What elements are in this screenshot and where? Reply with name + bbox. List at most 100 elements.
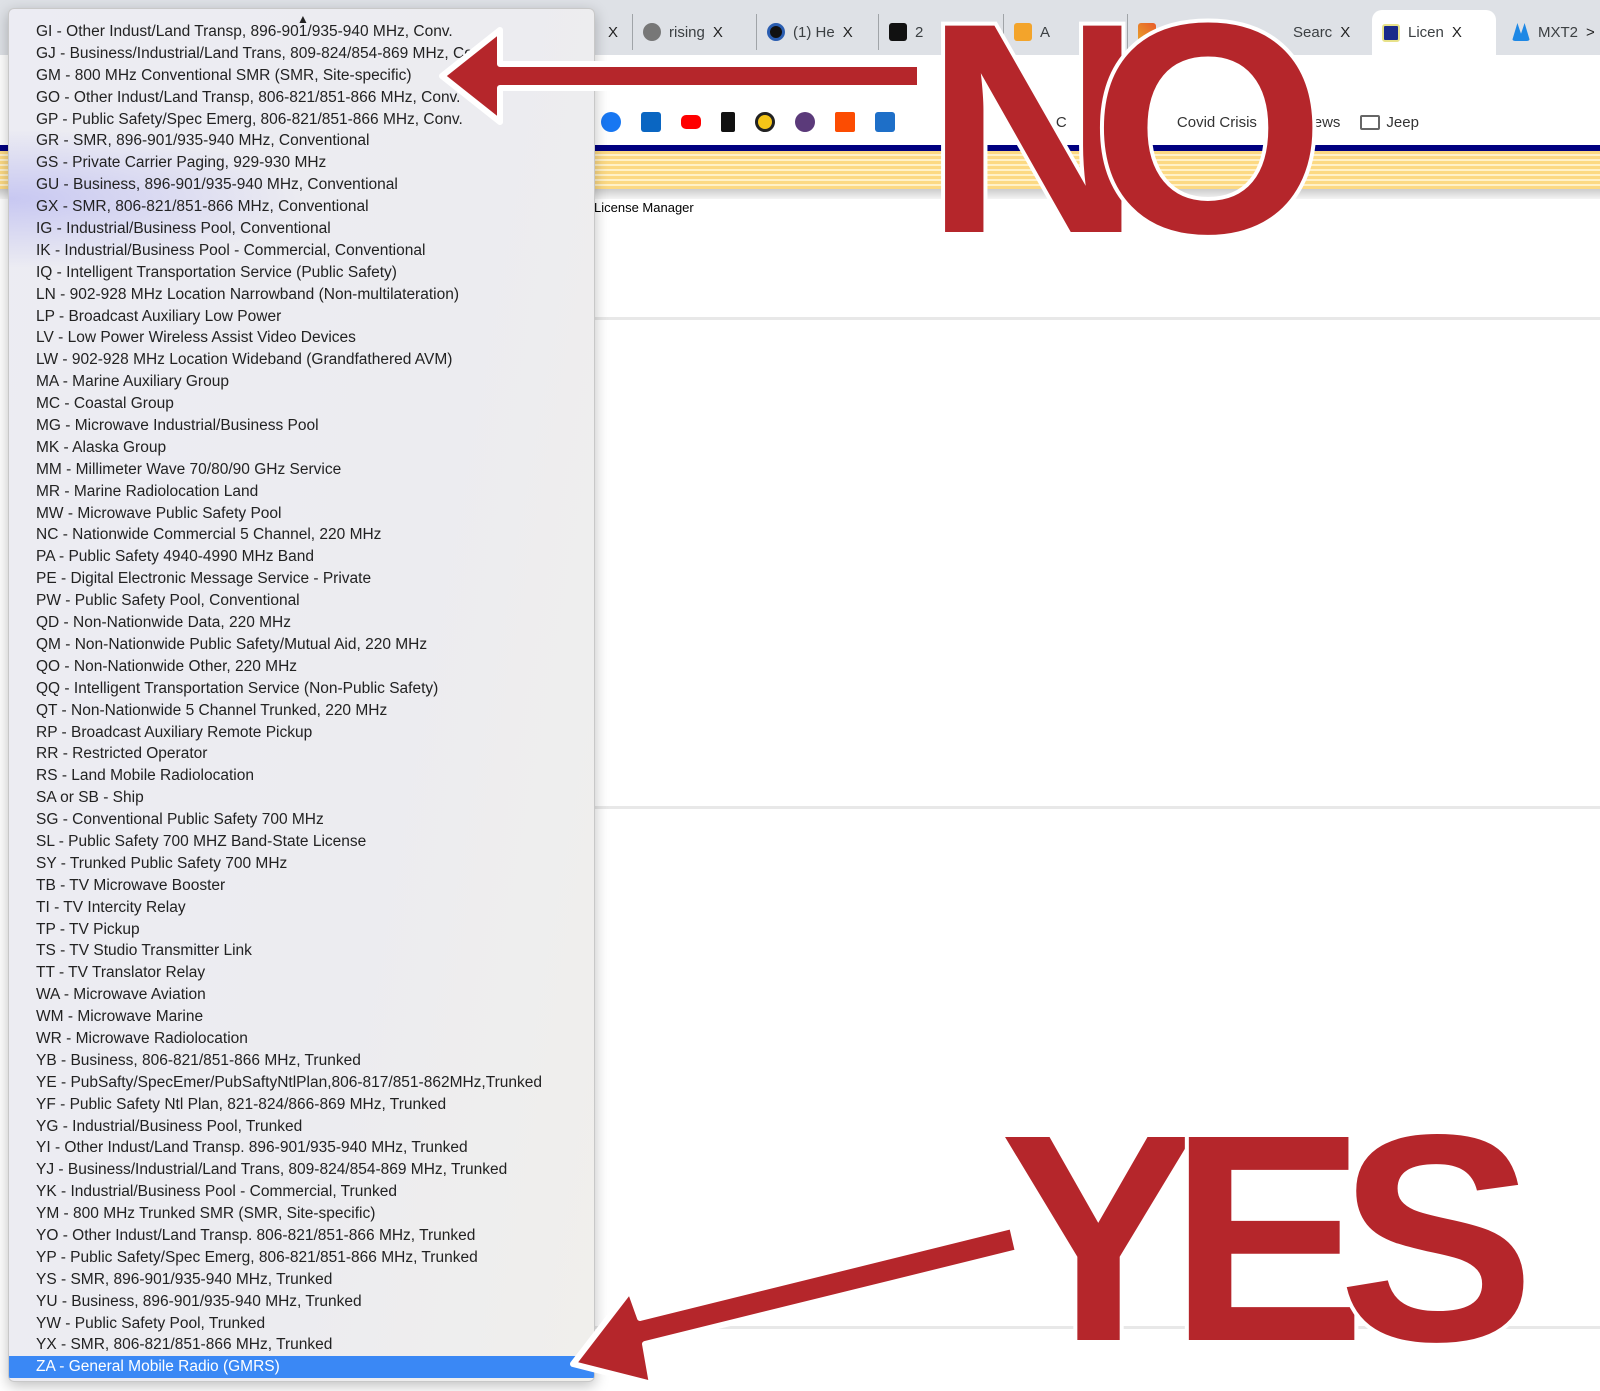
dropdown-option[interactable]: SG - Conventional Public Safety 700 MHz	[9, 809, 594, 831]
tab[interactable]: 2	[878, 14, 933, 50]
dropdown-option[interactable]: MA - Marine Auxiliary Group	[9, 371, 594, 393]
dropdown-option[interactable]: MR - Marine Radiolocation Land	[9, 481, 594, 503]
strava-icon[interactable]	[835, 112, 855, 132]
youtube-icon[interactable]	[681, 115, 701, 129]
bookmark-label: Jeep	[1386, 113, 1419, 131]
dropdown-option[interactable]: TI - TV Intercity Relay	[9, 897, 594, 919]
tab[interactable]: MXT2 >	[1502, 14, 1600, 50]
purple-circle-icon[interactable]	[795, 112, 815, 132]
sd-icon[interactable]	[875, 112, 895, 132]
dropdown-option[interactable]: QO - Non-Nationwide Other, 220 MHz	[9, 656, 594, 678]
tab[interactable]: A	[1003, 14, 1060, 50]
dropdown-option[interactable]: YW - Public Safety Pool, Trunked	[9, 1313, 594, 1335]
dropdown-option[interactable]: NC - Nationwide Commercial 5 Channel, 22…	[9, 524, 594, 546]
dropdown-option[interactable]: WR - Microwave Radiolocation	[9, 1028, 594, 1050]
dropdown-option[interactable]: LN - 902-928 MHz Location Narrowband (No…	[9, 284, 594, 306]
dropdown-option[interactable]: GO - Other Indust/Land Transp, 806-821/8…	[9, 87, 594, 109]
dropdown-option[interactable]: GX - SMR, 806-821/851-866 MHz, Conventio…	[9, 196, 594, 218]
dropdown-option[interactable]: IQ - Intelligent Transportation Service …	[9, 262, 594, 284]
close-tab-icon[interactable]: X	[843, 24, 853, 41]
bookmark-label: VI	[945, 113, 960, 131]
tab[interactable]: (1) He X	[756, 14, 863, 50]
dropdown-option[interactable]: GJ - Business/Industrial/Land Trans, 809…	[9, 43, 594, 65]
dropdown-option-selected[interactable]: ZA - General Mobile Radio (GMRS)	[9, 1356, 594, 1379]
dropdown-option[interactable]: YK - Industrial/Business Pool - Commerci…	[9, 1181, 594, 1203]
tab[interactable]	[1127, 14, 1166, 50]
dropdown-option[interactable]: RS - Land Mobile Radiolocation	[9, 765, 594, 787]
radio-service-dropdown-menu[interactable]: ▲ GI - Other Indust/Land Transp, 896-901…	[8, 8, 595, 1382]
dropdown-option[interactable]: WA - Microwave Aviation	[9, 984, 594, 1006]
bookmark-folder[interactable]: Jeep	[1360, 114, 1419, 131]
dropdown-option[interactable]: SY - Trunked Public Safety 700 MHz	[9, 853, 594, 875]
cc-icon	[889, 23, 907, 41]
dropdown-option[interactable]: GR - SMR, 896-901/935-940 MHz, Conventio…	[9, 130, 594, 152]
bookmark[interactable]: VI	[945, 114, 959, 131]
tab[interactable]: X	[598, 14, 628, 50]
bookmark[interactable]: g	[979, 114, 987, 131]
close-tab-icon[interactable]: X	[608, 24, 618, 41]
dropdown-option[interactable]: MG - Microwave Industrial/Business Pool	[9, 415, 594, 437]
bookmark[interactable]: LC	[1048, 114, 1067, 131]
dropdown-option[interactable]: RP - Broadcast Auxiliary Remote Pickup	[9, 722, 594, 744]
dropdown-option[interactable]: TB - TV Microwave Booster	[9, 875, 594, 897]
dropdown-option[interactable]: GM - 800 MHz Conventional SMR (SMR, Site…	[9, 65, 594, 87]
scroll-tabs-icon[interactable]: >	[1586, 24, 1595, 41]
dropdown-option[interactable]: MC - Coastal Group	[9, 393, 594, 415]
tab[interactable]: rising X	[632, 14, 733, 50]
bookmark-folder[interactable]: t	[1086, 114, 1117, 131]
dropdown-option[interactable]: PW - Public Safety Pool, Conventional	[9, 590, 594, 612]
dropdown-option[interactable]: SA or SB - Ship	[9, 787, 594, 809]
divider	[595, 806, 1600, 809]
dropdown-option[interactable]: YG - Industrial/Business Pool, Trunked	[9, 1116, 594, 1138]
dropdown-option[interactable]: YX - SMR, 806-821/851-866 MHz, Trunked	[9, 1334, 594, 1356]
dropdown-option[interactable]: YB - Business, 806-821/851-866 MHz, Trun…	[9, 1050, 594, 1072]
dropdown-option[interactable]: SL - Public Safety 700 MHZ Band-State Li…	[9, 831, 594, 853]
dropdown-option[interactable]: TT - TV Translator Relay	[9, 962, 594, 984]
tab-label: MXT2	[1538, 23, 1579, 41]
linkedin-icon[interactable]	[641, 112, 661, 132]
dropdown-option[interactable]: QT - Non-Nationwide 5 Channel Trunked, 2…	[9, 700, 594, 722]
dropdown-option[interactable]: YE - PubSafty/SpecEmer/PubSaftyNtlPlan,8…	[9, 1072, 594, 1094]
dropdown-option[interactable]: YI - Other Indust/Land Transp. 896-901/9…	[9, 1137, 594, 1159]
tab[interactable]: Searc X	[1283, 14, 1360, 50]
dropdown-option[interactable]: QM - Non-Nationwide Public Safety/Mutual…	[9, 634, 594, 656]
dropdown-option[interactable]: LV - Low Power Wireless Assist Video Dev…	[9, 327, 594, 349]
dropdown-option[interactable]: YO - Other Indust/Land Transp. 806-821/8…	[9, 1225, 594, 1247]
dropdown-option[interactable]: LW - 902-928 MHz Location Wideband (Gran…	[9, 349, 594, 371]
dropdown-option[interactable]: GU - Business, 896-901/935-940 MHz, Conv…	[9, 174, 594, 196]
dropdown-option[interactable]: IG - Industrial/Business Pool, Conventio…	[9, 218, 594, 240]
dropdown-option[interactable]: YJ - Business/Industrial/Land Trans, 809…	[9, 1159, 594, 1181]
dropdown-option[interactable]: YF - Public Safety Ntl Plan, 821-824/866…	[9, 1094, 594, 1116]
nytimes-icon[interactable]	[721, 112, 735, 132]
close-tab-icon[interactable]: X	[1340, 24, 1350, 41]
tab-active[interactable]: Licen X	[1372, 10, 1496, 55]
amazon-icon	[1014, 23, 1032, 41]
folder-icon	[1086, 114, 1107, 130]
close-tab-icon[interactable]: X	[713, 24, 723, 41]
facebook-icon[interactable]	[601, 112, 621, 132]
close-tab-icon[interactable]: X	[1452, 24, 1462, 41]
bookmark-folder[interactable]: News	[1276, 114, 1340, 131]
dropdown-option[interactable]: YU - Business, 896-901/935-940 MHz, Trun…	[9, 1291, 594, 1313]
dropdown-option[interactable]: GS - Private Carrier Paging, 929-930 MHz	[9, 152, 594, 174]
dropdown-option[interactable]: YP - Public Safety/Spec Emerg, 806-821/8…	[9, 1247, 594, 1269]
dropdown-option[interactable]: PA - Public Safety 4940-4990 MHz Band	[9, 546, 594, 568]
bookmark[interactable]: Covid Crisis	[1177, 114, 1257, 131]
dropdown-option[interactable]: YM - 800 MHz Trunked SMR (SMR, Site-spec…	[9, 1203, 594, 1225]
dropdown-option[interactable]: GP - Public Safety/Spec Emerg, 806-821/8…	[9, 109, 594, 131]
dropdown-option[interactable]: QD - Non-Nationwide Data, 220 MHz	[9, 612, 594, 634]
sun-icon[interactable]	[755, 112, 775, 132]
dropdown-option[interactable]: MK - Alaska Group	[9, 437, 594, 459]
dropdown-option[interactable]: MM - Millimeter Wave 70/80/90 GHz Servic…	[9, 459, 594, 481]
dropdown-option[interactable]: GI - Other Indust/Land Transp, 896-901/9…	[9, 21, 594, 43]
dropdown-option[interactable]: TS - TV Studio Transmitter Link	[9, 940, 594, 962]
dropdown-option[interactable]: MW - Microwave Public Safety Pool	[9, 503, 594, 525]
dropdown-option[interactable]: WM - Microwave Marine	[9, 1006, 594, 1028]
dropdown-option[interactable]: YS - SMR, 896-901/935-940 MHz, Trunked	[9, 1269, 594, 1291]
dropdown-option[interactable]: IK - Industrial/Business Pool - Commerci…	[9, 240, 594, 262]
dropdown-option[interactable]: QQ - Intelligent Transportation Service …	[9, 678, 594, 700]
dropdown-option[interactable]: TP - TV Pickup	[9, 919, 594, 941]
dropdown-option[interactable]: PE - Digital Electronic Message Service …	[9, 568, 594, 590]
dropdown-option[interactable]: LP - Broadcast Auxiliary Low Power	[9, 306, 594, 328]
dropdown-option[interactable]: RR - Restricted Operator	[9, 743, 594, 765]
